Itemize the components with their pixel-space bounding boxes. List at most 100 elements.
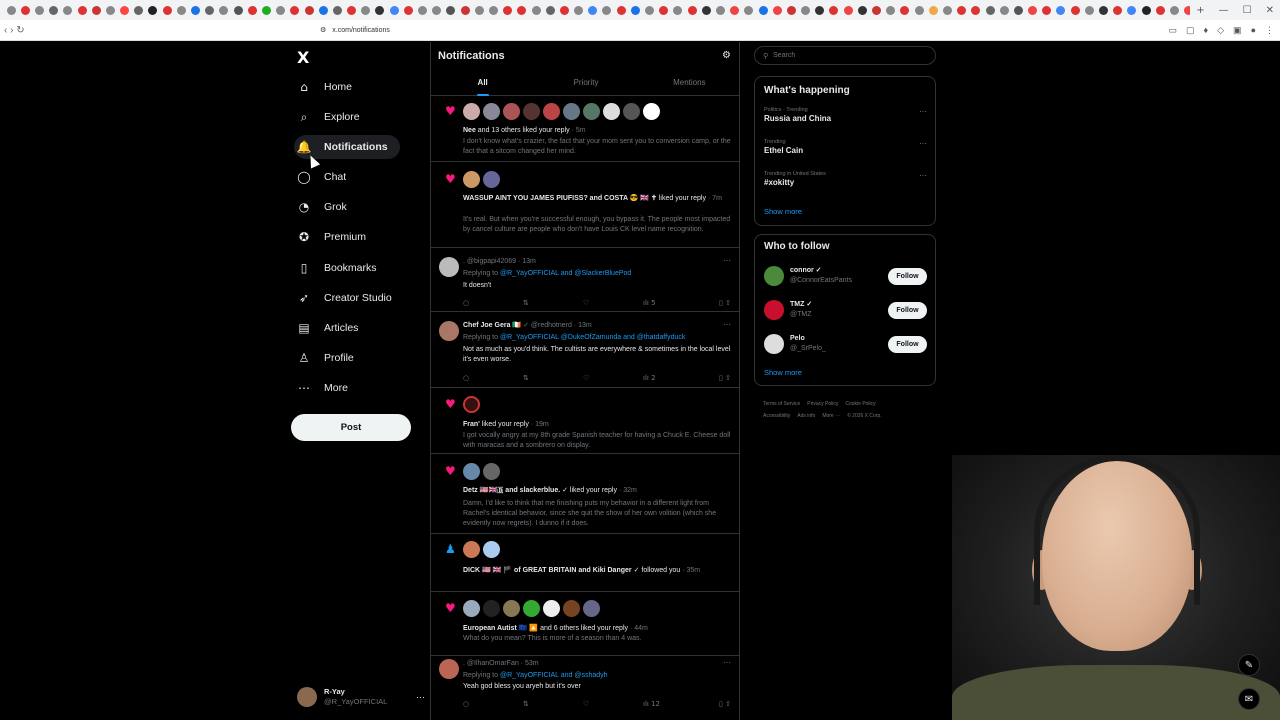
- views-count[interactable]: ılı 2: [643, 374, 703, 382]
- search-input[interactable]: ⚲ Search: [754, 46, 936, 65]
- extension-icon[interactable]: ▣: [1233, 25, 1242, 36]
- like-notification[interactable]: ♥ European Autist 🇪🇺 🔼 and 6 others like…: [431, 592, 739, 656]
- browser-tab-favicon[interactable]: [957, 5, 967, 15]
- browser-tab-favicon[interactable]: [488, 5, 498, 15]
- avatar[interactable]: [623, 103, 640, 120]
- avatar[interactable]: [563, 600, 580, 617]
- extension-icon[interactable]: ▢: [1186, 25, 1195, 36]
- browser-tab-favicon[interactable]: [6, 5, 16, 15]
- views-count[interactable]: ılı 5: [643, 299, 703, 307]
- avatar[interactable]: [523, 103, 540, 120]
- sidebar-item-chat[interactable]: ◯ Chat: [296, 165, 346, 189]
- browser-tab-favicon[interactable]: [1127, 5, 1137, 15]
- minimize-icon[interactable]: —: [1219, 5, 1229, 16]
- browser-tab-favicon[interactable]: [276, 5, 286, 15]
- avatar[interactable]: [439, 659, 459, 679]
- browser-tab-favicon[interactable]: [332, 5, 342, 15]
- notification-names[interactable]: Nee: [463, 127, 476, 134]
- browser-tab-favicon[interactable]: [772, 5, 782, 15]
- tab-all[interactable]: All: [431, 74, 534, 96]
- browser-tab-favicon[interactable]: [971, 5, 981, 15]
- browser-tab-favicon[interactable]: [375, 5, 385, 15]
- notification-names[interactable]: WASSUP AINT YOU JAMES PIUFISS? and COSTA…: [463, 195, 657, 202]
- browser-tab-favicon[interactable]: [857, 5, 867, 15]
- browser-tab-favicon[interactable]: [616, 5, 626, 15]
- browser-tab-favicon[interactable]: [162, 5, 172, 15]
- sidebar-item-bookmarks[interactable]: ▯ Bookmarks: [296, 256, 377, 280]
- notification-names[interactable]: European Autist 🇪🇺 🔼: [463, 625, 538, 632]
- maximize-icon[interactable]: ☐: [1243, 5, 1252, 16]
- browser-tab-favicon[interactable]: [829, 5, 839, 15]
- retweet-icon[interactable]: ⇅: [523, 299, 583, 307]
- extension-icon[interactable]: ♦: [1204, 25, 1209, 36]
- browser-tab-favicon[interactable]: [474, 5, 484, 15]
- browser-tab-favicon[interactable]: [914, 5, 924, 15]
- footer-link[interactable]: More ···: [822, 413, 840, 419]
- trend-item[interactable]: Politics · Trending Russia and China ⋯: [764, 107, 927, 123]
- browser-tab-favicon[interactable]: [545, 5, 555, 15]
- avatar[interactable]: [439, 321, 459, 341]
- browser-tab-favicon[interactable]: [34, 5, 44, 15]
- browser-tab-favicon[interactable]: [247, 5, 257, 15]
- browser-tab-favicon[interactable]: [758, 5, 768, 15]
- browser-tab-favicon[interactable]: [815, 5, 825, 15]
- avatar[interactable]: [463, 396, 480, 413]
- browser-tab-favicon[interactable]: [91, 5, 101, 15]
- browser-tab-favicon[interactable]: [872, 5, 882, 15]
- site-info-icon[interactable]: ⚙: [320, 26, 326, 34]
- avatar[interactable]: [563, 103, 580, 120]
- notification-names[interactable]: DICK 🇺🇸 🇬🇧 🏴 of GREAT BRITAIN and Kiki D…: [463, 567, 632, 574]
- replying-to-link[interactable]: @R_YayOFFICIAL and @sshadyh: [500, 672, 608, 679]
- follow-button[interactable]: Follow: [888, 267, 927, 285]
- browser-tab-favicon[interactable]: [602, 5, 612, 15]
- follow-notification[interactable]: ♟ DICK 🇺🇸 🇬🇧 🏴 of GREAT BRITAIN and Kiki…: [431, 534, 739, 592]
- profile-icon[interactable]: ●: [1251, 25, 1256, 36]
- avatar[interactable]: [543, 600, 560, 617]
- avatar[interactable]: [463, 600, 480, 617]
- browser-tab-favicon[interactable]: [347, 5, 357, 15]
- menu-icon[interactable]: ⋮: [1265, 25, 1274, 36]
- views-count[interactable]: ılı 12: [643, 700, 703, 708]
- more-icon[interactable]: ⋯: [919, 171, 927, 180]
- footer-link[interactable]: Terms of Service: [763, 401, 800, 407]
- browser-tab-favicon[interactable]: [503, 5, 513, 15]
- more-icon[interactable]: ⋯: [919, 139, 927, 148]
- reply-author[interactable]: Chef Joe Gera: [463, 322, 510, 329]
- bookmark-share-icons[interactable]: ▯ ⇧: [719, 299, 731, 307]
- tab-priority[interactable]: Priority: [534, 74, 637, 96]
- browser-tab-favicon[interactable]: [1084, 5, 1094, 15]
- browser-tab-favicon[interactable]: [105, 5, 115, 15]
- follow-button[interactable]: Follow: [888, 301, 927, 319]
- avatar[interactable]: [483, 541, 500, 558]
- avatar[interactable]: [463, 463, 480, 480]
- avatar[interactable]: [463, 541, 480, 558]
- browser-tab-favicon[interactable]: [304, 5, 314, 15]
- sidebar-item-creator-studio[interactable]: ➶ Creator Studio: [296, 286, 392, 310]
- avatar[interactable]: [483, 600, 500, 617]
- show-more-link[interactable]: Show more: [764, 368, 802, 377]
- more-icon[interactable]: ⋯: [919, 107, 927, 116]
- browser-tab-favicon[interactable]: [1141, 5, 1151, 15]
- browser-tab-favicon[interactable]: [1099, 5, 1109, 15]
- browser-tab-favicon[interactable]: [318, 5, 328, 15]
- browser-tab-favicon[interactable]: [191, 5, 201, 15]
- trend-item[interactable]: Trending Ethel Cain ⋯: [764, 139, 927, 155]
- browser-tab-favicon[interactable]: [574, 5, 584, 15]
- notification-names[interactable]: Detz 🇺🇸🇬🇧🇧 and slackerblue.: [463, 487, 560, 494]
- more-icon[interactable]: ⋯: [723, 256, 731, 265]
- browser-tab-favicon[interactable]: [460, 5, 470, 15]
- browser-tab-favicon[interactable]: [801, 5, 811, 15]
- browser-tab-favicon[interactable]: [205, 5, 215, 15]
- tab-mentions[interactable]: Mentions: [638, 74, 739, 96]
- browser-tab-favicon[interactable]: [886, 5, 896, 15]
- browser-tab-favicon[interactable]: [1169, 5, 1179, 15]
- avatar[interactable]: [483, 171, 500, 188]
- settings-gear-icon[interactable]: ⚙: [722, 50, 731, 61]
- avatar[interactable]: [483, 463, 500, 480]
- browser-tab-favicon[interactable]: [233, 5, 243, 15]
- replying-to-link[interactable]: @R_YayOFFICIAL and @SlackerBluePod: [500, 270, 631, 277]
- browser-tab-favicon[interactable]: [715, 5, 725, 15]
- browser-tab-favicon[interactable]: [1028, 5, 1038, 15]
- avatar[interactable]: [764, 266, 784, 286]
- avatar[interactable]: [543, 103, 560, 120]
